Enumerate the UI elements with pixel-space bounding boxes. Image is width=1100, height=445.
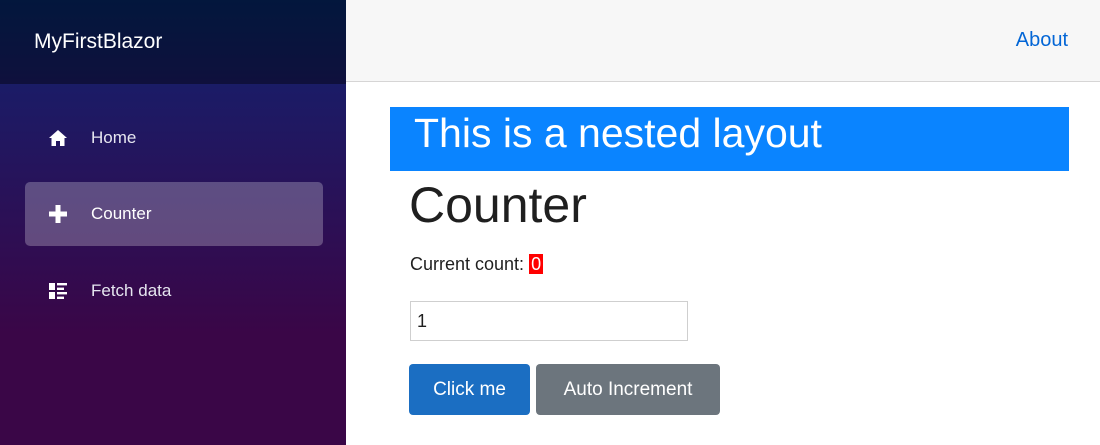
content: This is a nested layout Counter Current … [346, 82, 1100, 445]
page-title: Counter [409, 177, 587, 233]
sidebar-item-counter[interactable]: Counter [25, 182, 323, 246]
increment-input[interactable] [410, 301, 688, 341]
list-rich-icon [47, 280, 69, 302]
sidebar-item-label: Fetch data [91, 281, 172, 300]
nested-layout-banner: This is a nested layout [390, 107, 1069, 171]
sidebar: MyFirstBlazor Home Counter Fetch data [0, 0, 346, 445]
auto-increment-button[interactable]: Auto Increment [536, 364, 720, 415]
current-count-label: Current count: [410, 254, 525, 274]
sidebar-item-label: Counter [91, 204, 152, 223]
main-area: About This is a nested layout Counter Cu… [346, 0, 1100, 445]
home-icon [47, 127, 69, 149]
app-brand[interactable]: MyFirstBlazor [34, 30, 162, 54]
current-count-value: 0 [529, 254, 544, 274]
click-me-button[interactable]: Click me [409, 364, 530, 415]
app-root: MyFirstBlazor Home Counter Fetch data Ab… [0, 0, 1100, 445]
about-link[interactable]: About [1016, 29, 1068, 52]
sidebar-item-fetch-data[interactable]: Fetch data [25, 259, 323, 323]
brand-bar: MyFirstBlazor [0, 0, 346, 84]
sidebar-item-label: Home [91, 128, 137, 147]
top-row: About [346, 0, 1100, 82]
current-count-line: Current count: 0 [410, 254, 544, 275]
sidebar-item-home[interactable]: Home [25, 106, 323, 170]
plus-icon [47, 203, 69, 225]
